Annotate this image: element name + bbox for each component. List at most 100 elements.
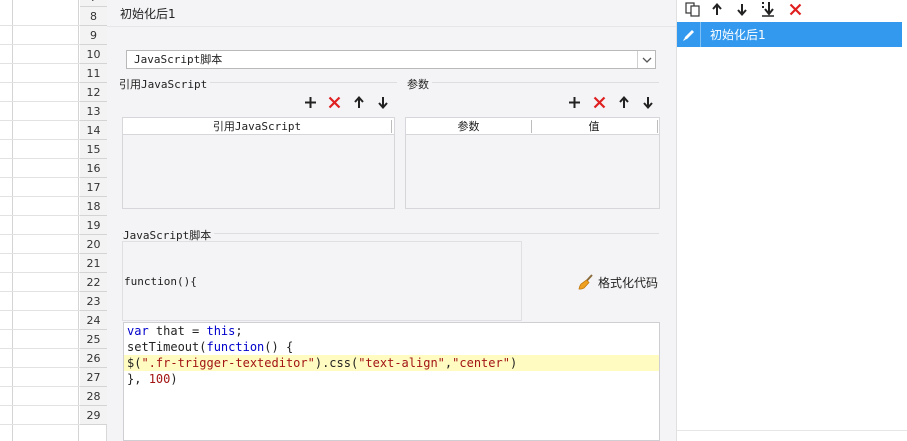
arrow-up-icon <box>354 95 364 108</box>
grid-line <box>0 215 80 216</box>
grid-line <box>0 101 80 102</box>
row-header[interactable]: 18 <box>80 197 107 216</box>
row-header[interactable]: 14 <box>80 121 107 140</box>
move-down-param-button[interactable] <box>640 94 656 110</box>
x-icon <box>593 96 605 108</box>
code-line-highlighted: $(".fr-trigger-texteditor").css("text-al… <box>124 355 659 371</box>
grid-line <box>0 386 80 387</box>
row-header[interactable]: 8 <box>80 7 107 26</box>
row-header[interactable]: 20 <box>80 235 107 254</box>
delete-event-button[interactable] <box>787 1 803 17</box>
code-token: "center" <box>452 356 510 370</box>
code-token: () { <box>264 340 294 354</box>
broom-icon <box>578 274 593 290</box>
chevron-down-icon[interactable] <box>637 51 655 68</box>
code-line: }, 100) <box>124 371 659 387</box>
row-header[interactable]: 26 <box>80 349 107 368</box>
plus-icon <box>568 96 580 108</box>
move-up-ref-js-button[interactable] <box>351 94 367 110</box>
divider <box>677 430 907 431</box>
row-header[interactable]: 12 <box>80 83 107 102</box>
grid-line <box>0 272 80 273</box>
code-token: ".fr-trigger-texteditor" <box>141 356 315 370</box>
row-header[interactable]: 15 <box>80 140 107 159</box>
format-code-label: 格式化代码 <box>598 275 659 290</box>
row-header[interactable]: 17 <box>80 178 107 197</box>
row-header[interactable]: 29 <box>80 406 107 425</box>
move-to-bottom-event-button[interactable] <box>759 1 775 17</box>
move-up-param-button[interactable] <box>616 94 632 110</box>
event-list-item-selected[interactable]: 初始化后1 <box>677 22 902 47</box>
move-down-ref-js-button[interactable] <box>375 94 391 110</box>
grid-line <box>0 348 80 349</box>
panel-title: 初始化后1 <box>120 7 176 21</box>
code-token: this <box>206 324 236 338</box>
format-code-button[interactable]: 格式化代码 <box>578 273 658 291</box>
event-list-toolbar <box>677 0 907 20</box>
pencil-icon[interactable] <box>677 22 701 47</box>
group-divider <box>407 82 659 83</box>
row-header[interactable]: 11 <box>80 64 107 83</box>
ref-js-label: 引用JavaScript <box>119 76 211 92</box>
x-icon <box>328 96 340 108</box>
grid-line <box>0 196 80 197</box>
row-header[interactable]: 25 <box>80 330 107 349</box>
row-header[interactable]: 19 <box>80 216 107 235</box>
grid-line <box>0 158 80 159</box>
copy-icon <box>684 1 700 17</box>
plus-icon <box>304 96 316 108</box>
move-up-event-button[interactable] <box>709 1 725 17</box>
code-token: function <box>206 340 265 354</box>
grid-line <box>0 253 80 254</box>
grid-line <box>0 82 80 83</box>
row-header[interactable]: 22 <box>80 273 107 292</box>
grid-line <box>0 63 80 64</box>
row-header[interactable]: 7 <box>80 0 107 7</box>
move-to-bottom-icon <box>762 2 774 17</box>
row-header[interactable]: 27 <box>80 368 107 387</box>
column-header-param[interactable]: 参数 <box>406 118 531 135</box>
divider <box>107 26 676 27</box>
sheet-column[interactable] <box>0 0 13 441</box>
grid-line <box>0 120 80 121</box>
params-table[interactable]: 参数 值 <box>405 117 660 209</box>
code-token: ) <box>509 356 518 370</box>
spreadsheet-fragment: 7 89101112131415161718192021222324252627… <box>0 0 107 441</box>
row-header[interactable]: 10 <box>80 45 107 64</box>
code-token: "text-align" <box>358 356 445 370</box>
script-type-select[interactable]: JavaScript脚本 <box>126 50 656 69</box>
delete-param-button[interactable] <box>591 94 607 110</box>
add-ref-js-button[interactable] <box>302 94 318 110</box>
code-token: ; <box>235 324 243 338</box>
column-header-value[interactable]: 值 <box>532 118 656 135</box>
code-editor[interactable]: var that = this; setTimeout(function() {… <box>123 322 660 441</box>
row-header[interactable]: 23 <box>80 292 107 311</box>
params-label: 参数 <box>407 76 432 92</box>
row-header[interactable]: 9 <box>80 26 107 45</box>
copy-event-button[interactable] <box>684 1 700 17</box>
row-header[interactable]: 28 <box>80 387 107 406</box>
column-separator <box>391 120 392 133</box>
code-line: var that = this; <box>124 323 659 339</box>
row-header[interactable]: 24 <box>80 311 107 330</box>
row-header[interactable]: 21 <box>80 254 107 273</box>
event-editor-panel: 初始化后1 JavaScript脚本 引用JavaScript 引用JavaSc… <box>107 0 676 441</box>
grid-line <box>0 25 80 26</box>
code-token: var <box>127 324 149 338</box>
row-header[interactable]: 16 <box>80 159 107 178</box>
column-header[interactable]: 引用JavaScript <box>123 118 391 135</box>
function-header-box: function(){ <box>122 241 522 321</box>
row-header[interactable]: 13 <box>80 102 107 121</box>
grid-line <box>0 424 80 425</box>
grid-line <box>0 310 80 311</box>
add-param-button[interactable] <box>566 94 582 110</box>
arrow-down-icon <box>643 96 653 109</box>
move-down-event-button[interactable] <box>734 1 750 17</box>
column-separator <box>657 120 658 133</box>
sheet-column[interactable] <box>13 0 79 441</box>
code-token: }, <box>127 372 149 386</box>
arrow-up-icon <box>619 95 629 108</box>
delete-ref-js-button[interactable] <box>326 94 342 110</box>
ref-js-table[interactable]: 引用JavaScript <box>122 117 395 209</box>
code-token: ) <box>170 372 178 386</box>
